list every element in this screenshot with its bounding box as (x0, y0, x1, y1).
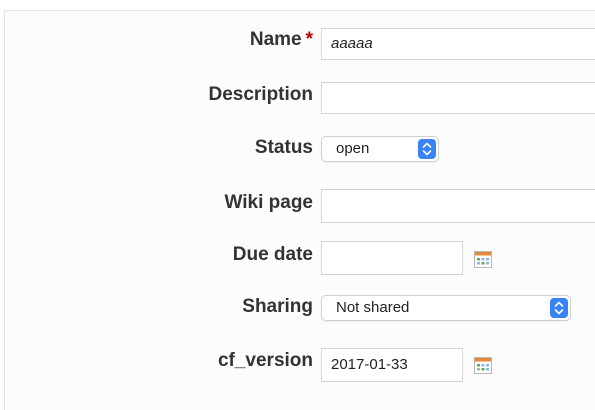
status-selected-value: open (336, 140, 370, 157)
name-input-value: aaaaa (331, 35, 373, 52)
description-label: Description (208, 84, 313, 105)
sharing-row: Sharing Not shared (5, 294, 595, 330)
status-label: Status (254, 137, 313, 158)
wiki-page-row: Wiki page (5, 189, 595, 225)
name-label: Name * (249, 29, 313, 50)
updown-chevron-icon (418, 139, 436, 159)
cf-version-label: cf_version (217, 350, 313, 371)
status-select[interactable]: open (321, 136, 439, 162)
cf-version-input[interactable]: 2017-01-33 (321, 348, 463, 382)
due-date-input[interactable] (321, 241, 463, 275)
form-panel: Name * aaaaa Description Status open Wiki… (4, 10, 595, 410)
sharing-selected-value: Not shared (336, 299, 410, 316)
name-row: Name * aaaaa (5, 28, 595, 64)
sharing-select[interactable]: Not shared (321, 295, 571, 321)
wiki-page-input[interactable] (321, 189, 595, 223)
required-asterisk: * (305, 29, 313, 50)
due-date-row: Due date (5, 241, 595, 277)
due-date-label: Due date (232, 244, 313, 265)
wiki-page-label: Wiki page (224, 192, 313, 213)
status-row: Status open (5, 136, 595, 172)
description-row: Description (5, 82, 595, 118)
name-input[interactable]: aaaaa (321, 28, 595, 60)
calendar-icon[interactable] (474, 251, 492, 268)
updown-chevron-icon (550, 298, 568, 318)
sharing-label: Sharing (242, 296, 313, 317)
calendar-icon[interactable] (474, 357, 492, 374)
cf-version-row: cf_version 2017-01-33 (5, 348, 595, 384)
description-input[interactable] (321, 82, 595, 114)
